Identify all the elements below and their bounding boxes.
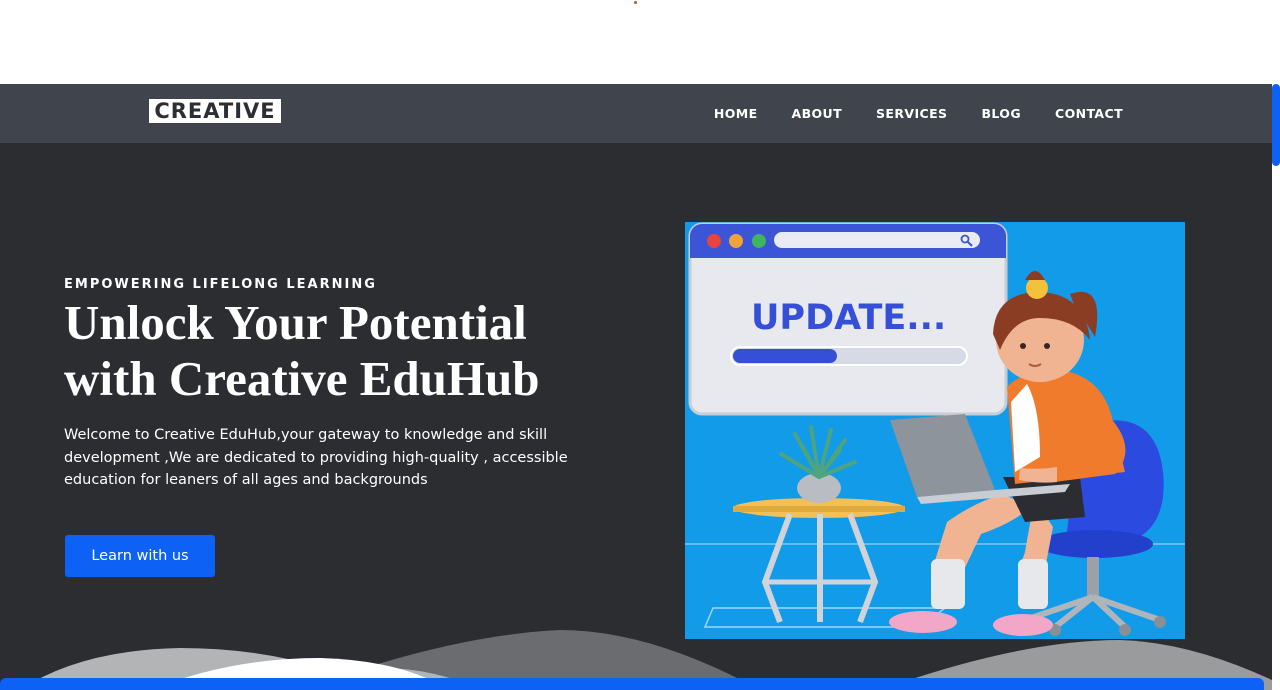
nav-about-link[interactable]: ABOUT bbox=[792, 106, 843, 121]
scrollbar-track[interactable] bbox=[1272, 84, 1280, 690]
bottom-accent-bar bbox=[0, 678, 1264, 690]
hero-section: EMPOWERING LIFELONG LEARNING Unlock Your… bbox=[0, 143, 1272, 690]
close-dot-icon bbox=[707, 234, 721, 248]
brand-logo[interactable]: CREATIVE bbox=[149, 99, 281, 123]
nav-home-link[interactable]: HOME bbox=[714, 106, 758, 121]
update-text: UPDATE... bbox=[751, 298, 946, 338]
hero-illustration: UPDATE... bbox=[685, 222, 1185, 639]
progress-fill bbox=[733, 349, 837, 363]
hero-headline: Unlock Your Potential with Creative EduH… bbox=[64, 295, 624, 407]
hero-headline-line2: with Creative EduHub bbox=[64, 351, 540, 406]
scrollbar-thumb[interactable] bbox=[1272, 84, 1280, 166]
nav-menu: HOME ABOUT SERVICES BLOG CONTACT bbox=[714, 84, 1123, 143]
nav-services-link[interactable]: SERVICES bbox=[876, 106, 947, 121]
brand-logo-text: CREATIVE bbox=[154, 99, 276, 123]
navbar: CREATIVE HOME ABOUT SERVICES BLOG CONTAC… bbox=[0, 84, 1272, 143]
hero-description: Welcome to Creative EduHub,your gateway … bbox=[64, 427, 568, 488]
hero-eyebrow: EMPOWERING LIFELONG LEARNING bbox=[64, 277, 377, 292]
illustration-svg: UPDATE... bbox=[685, 222, 1185, 636]
side-table-graphic bbox=[733, 498, 905, 624]
maximize-dot-icon bbox=[752, 234, 766, 248]
nav-blog-link[interactable]: BLOG bbox=[981, 106, 1021, 121]
minimize-dot-icon bbox=[729, 234, 743, 248]
plant-graphic bbox=[779, 425, 857, 503]
top-dot bbox=[634, 1, 637, 4]
top-blank-area bbox=[0, 0, 1280, 84]
learn-with-us-button[interactable]: Learn with us bbox=[65, 535, 215, 577]
hero-headline-line1: Unlock Your Potential bbox=[64, 295, 527, 350]
nav-contact-link[interactable]: CONTACT bbox=[1055, 106, 1123, 121]
